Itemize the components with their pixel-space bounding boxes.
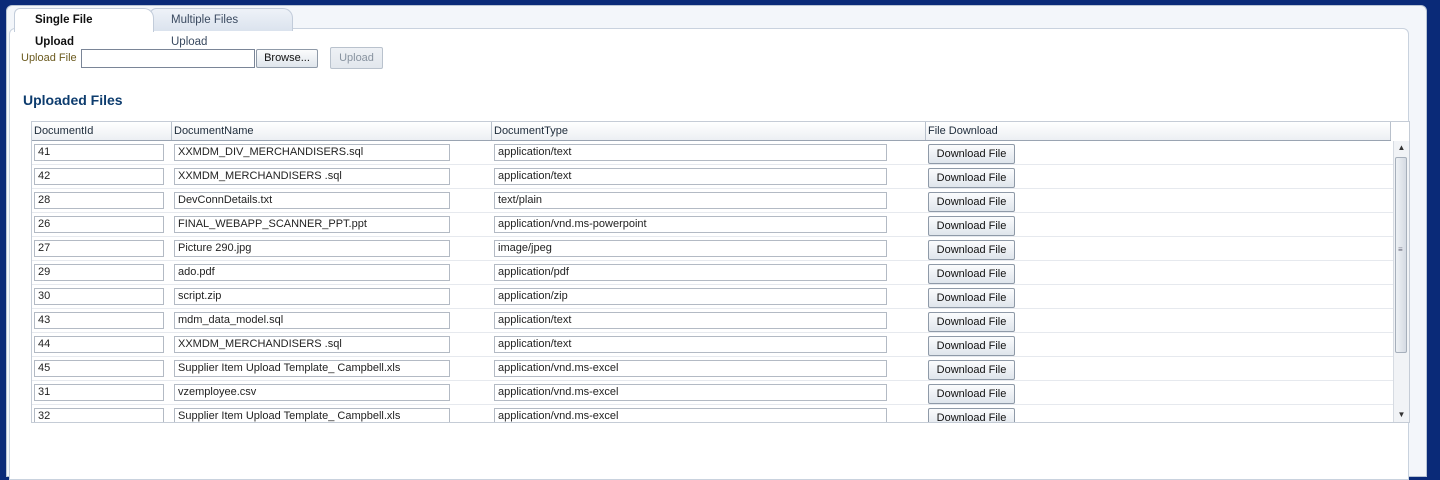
document-id-field[interactable]: 28 <box>34 192 164 209</box>
download-file-button[interactable]: Download File <box>928 408 1015 422</box>
document-id-field[interactable]: 30 <box>34 288 164 305</box>
download-file-button[interactable]: Download File <box>928 264 1015 284</box>
column-header-file-download[interactable]: File Download <box>926 122 1391 140</box>
document-id-field[interactable]: 29 <box>34 264 164 281</box>
grip-icon: ≡ <box>1398 245 1403 254</box>
column-header-document-id[interactable]: DocumentId <box>32 122 172 140</box>
document-name-field[interactable]: mdm_data_model.sql <box>174 312 450 329</box>
document-id-field[interactable]: 32 <box>34 408 164 422</box>
document-name-field[interactable]: XXMDM_MERCHANDISERS .sql <box>174 168 450 185</box>
upload-file-label: Upload File <box>21 52 77 64</box>
document-id-field[interactable]: 31 <box>34 384 164 401</box>
document-type-field[interactable]: application/pdf <box>494 264 887 281</box>
download-file-button[interactable]: Download File <box>928 192 1015 212</box>
document-name-field[interactable]: Picture 290.jpg <box>174 240 450 257</box>
download-file-button[interactable]: Download File <box>928 240 1015 260</box>
document-name-field[interactable]: Supplier Item Upload Template_ Campbell.… <box>174 360 450 377</box>
document-name-field[interactable]: XXMDM_MERCHANDISERS .sql <box>174 336 450 353</box>
table-row: 42 XXMDM_MERCHANDISERS .sql application/… <box>32 165 1393 189</box>
column-header-document-type[interactable]: DocumentType <box>492 122 926 140</box>
download-file-button[interactable]: Download File <box>928 168 1015 188</box>
document-name-field[interactable]: XXMDM_DIV_MERCHANDISERS.sql <box>174 144 450 161</box>
table-row: 27 Picture 290.jpg image/jpeg Download F… <box>32 237 1393 261</box>
document-type-field[interactable]: text/plain <box>494 192 887 209</box>
download-file-button[interactable]: Download File <box>928 384 1015 404</box>
document-id-field[interactable]: 41 <box>34 144 164 161</box>
document-type-field[interactable]: image/jpeg <box>494 240 887 257</box>
document-name-field[interactable]: FINAL_WEBAPP_SCANNER_PPT.ppt <box>174 216 450 233</box>
download-file-button[interactable]: Download File <box>928 360 1015 380</box>
tab-single-file-upload[interactable]: Single File Upload <box>14 8 154 48</box>
browse-button[interactable]: Browse... <box>256 49 318 68</box>
table-row: 31 vzemployee.csv application/vnd.ms-exc… <box>32 381 1393 405</box>
document-type-field[interactable]: application/vnd.ms-excel <box>494 408 887 422</box>
document-id-field[interactable]: 43 <box>34 312 164 329</box>
document-type-field[interactable]: application/zip <box>494 288 887 305</box>
document-type-field[interactable]: application/vnd.ms-powerpoint <box>494 216 887 233</box>
triangle-up-icon[interactable]: ▲ <box>1394 141 1409 155</box>
scrollbar-thumb[interactable]: ≡ <box>1395 157 1407 353</box>
document-type-field[interactable]: application/vnd.ms-excel <box>494 360 887 377</box>
uploaded-files-table: DocumentId DocumentName DocumentType Fil… <box>31 121 1410 423</box>
table-row: 44 XXMDM_MERCHANDISERS .sql application/… <box>32 333 1393 357</box>
column-header-document-name[interactable]: DocumentName <box>172 122 492 140</box>
table-row: 45 Supplier Item Upload Template_ Campbe… <box>32 357 1393 381</box>
tab-multiple-files-upload[interactable]: Multiple Files Upload <box>150 8 293 48</box>
document-id-field[interactable]: 44 <box>34 336 164 353</box>
table-row: 41 XXMDM_DIV_MERCHANDISERS.sql applicati… <box>32 141 1393 165</box>
table-header: DocumentId DocumentName DocumentType Fil… <box>32 122 1391 141</box>
upload-file-input[interactable] <box>81 49 255 68</box>
document-name-field[interactable]: DevConnDetails.txt <box>174 192 450 209</box>
table-row: 32 Supplier Item Upload Template_ Campbe… <box>32 405 1393 422</box>
table-row: 43 mdm_data_model.sql application/text D… <box>32 309 1393 333</box>
table-row: 29 ado.pdf application/pdf Download File <box>32 261 1393 285</box>
document-type-field[interactable]: application/text <box>494 312 887 329</box>
section-title: Uploaded Files <box>23 92 123 108</box>
document-type-field[interactable]: application/text <box>494 168 887 185</box>
document-type-field[interactable]: application/text <box>494 336 887 353</box>
vertical-scrollbar[interactable]: ▲ ≡ ▼ <box>1393 141 1409 422</box>
download-file-button[interactable]: Download File <box>928 312 1015 332</box>
document-name-field[interactable]: Supplier Item Upload Template_ Campbell.… <box>174 408 450 422</box>
document-name-field[interactable]: vzemployee.csv <box>174 384 450 401</box>
document-id-field[interactable]: 26 <box>34 216 164 233</box>
document-name-field[interactable]: script.zip <box>174 288 450 305</box>
table-row: 26 FINAL_WEBAPP_SCANNER_PPT.ppt applicat… <box>32 213 1393 237</box>
download-file-button[interactable]: Download File <box>928 216 1015 236</box>
upload-button[interactable]: Upload <box>330 47 383 69</box>
document-id-field[interactable]: 42 <box>34 168 164 185</box>
download-file-button[interactable]: Download File <box>928 144 1015 164</box>
table-row: 30 script.zip application/zip Download F… <box>32 285 1393 309</box>
document-type-field[interactable]: application/vnd.ms-excel <box>494 384 887 401</box>
table-body: 41 XXMDM_DIV_MERCHANDISERS.sql applicati… <box>32 141 1393 422</box>
document-name-field[interactable]: ado.pdf <box>174 264 450 281</box>
document-id-field[interactable]: 45 <box>34 360 164 377</box>
table-row: 28 DevConnDetails.txt text/plain Downloa… <box>32 189 1393 213</box>
download-file-button[interactable]: Download File <box>928 288 1015 308</box>
document-type-field[interactable]: application/text <box>494 144 887 161</box>
triangle-down-icon[interactable]: ▼ <box>1394 408 1409 422</box>
download-file-button[interactable]: Download File <box>928 336 1015 356</box>
document-id-field[interactable]: 27 <box>34 240 164 257</box>
